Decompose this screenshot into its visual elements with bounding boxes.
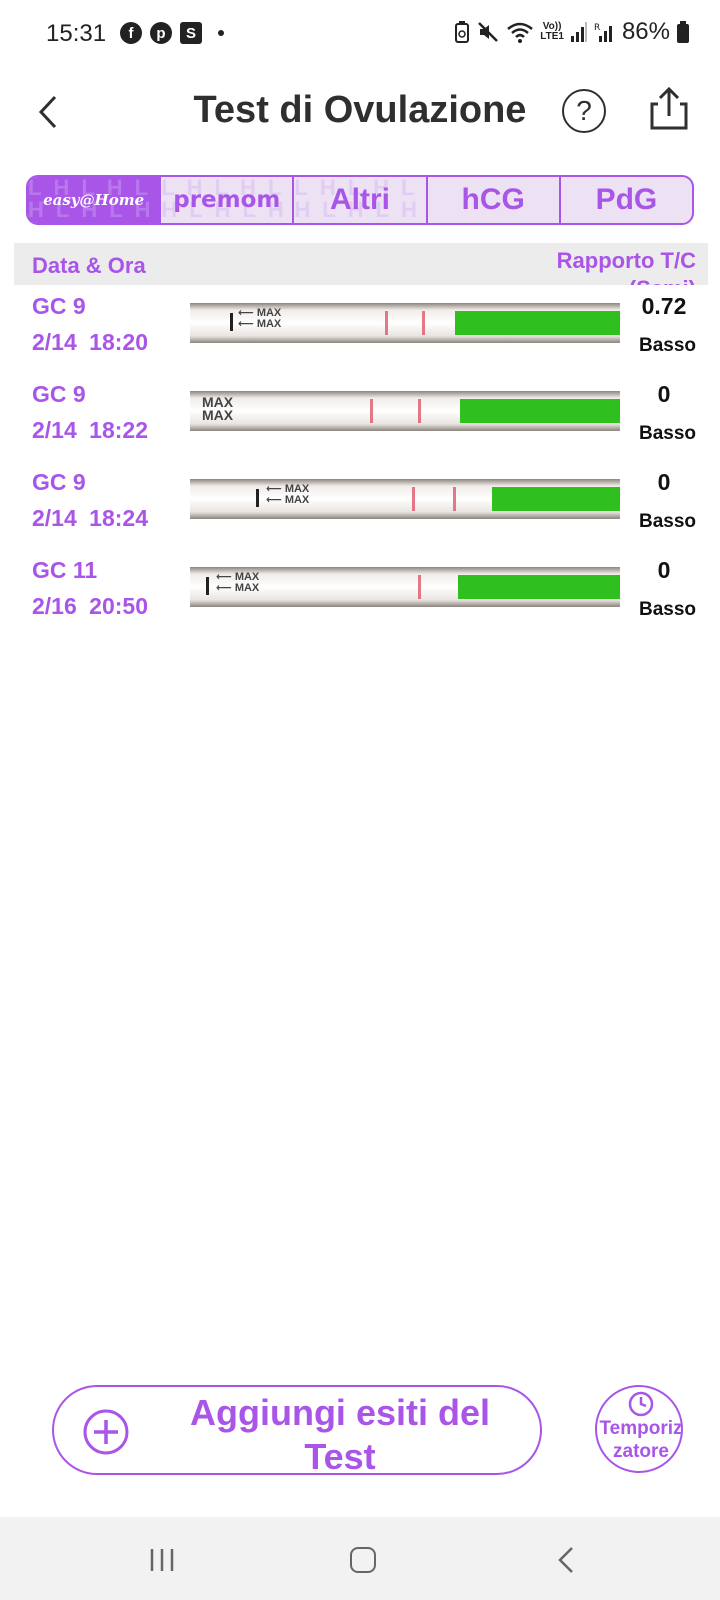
tab-label: premom	[173, 187, 281, 213]
battery-saver-icon	[455, 21, 470, 43]
table-header: Data & Ora Rapporto T/C (Semi)	[14, 243, 708, 285]
tab-label: hCG	[461, 183, 525, 216]
tab-premom[interactable]: LHLHLHHLHLHL premom	[161, 177, 295, 223]
strip-handle	[455, 311, 620, 335]
battery-icon	[677, 21, 689, 43]
column-header-date: Data & Ora	[32, 253, 146, 278]
test-result-row[interactable]: GC 9 2/14 18:20 ⟵ MAX ⟵ MAX 0.72 Basso	[0, 293, 720, 373]
app-header: Test di Ovulazione ?	[0, 72, 720, 152]
question-icon: ?	[576, 95, 592, 126]
strip-marker	[206, 577, 209, 595]
svg-text:R: R	[594, 23, 600, 33]
plus-circle-icon	[83, 1409, 129, 1455]
tab-hcg[interactable]: hCG	[428, 177, 561, 223]
ratio-header-line2: (Semi)	[557, 275, 696, 285]
recent-apps-icon[interactable]	[148, 1547, 176, 1573]
add-test-results-label: Aggiungi esiti del Test	[189, 1392, 490, 1475]
strip-handle	[492, 487, 620, 511]
tc-ratio-value: 0	[657, 469, 671, 495]
add-test-results-button[interactable]: Aggiungi esiti del Test	[52, 1385, 542, 1475]
tab-altri[interactable]: LHLHLHHLHLHL Altri	[294, 177, 428, 223]
test-result-row[interactable]: GC 11 2/16 20:50 ⟵ MAX ⟵ MAX 0 Basso	[0, 557, 720, 637]
test-strip-image: MAX MAX	[190, 391, 620, 431]
back-nav-icon[interactable]	[556, 1545, 576, 1575]
max-text: MAX	[234, 582, 260, 594]
test-line	[453, 487, 456, 511]
cycle-day: GC 9	[32, 469, 86, 495]
strip-marker	[230, 313, 233, 331]
lh-level: Basso	[638, 423, 696, 444]
timer-button[interactable]: Temporizzatore	[595, 1385, 683, 1473]
cycle-day: GC 9	[32, 293, 86, 319]
wifi-icon	[507, 22, 534, 43]
help-button[interactable]: ?	[562, 89, 606, 133]
timer-label: Temporizzatore	[599, 1418, 683, 1462]
status-bar: 15:31 f p S Vo)) LTE1 R 86%	[0, 0, 720, 72]
tab-easy-at-home[interactable]: LHLHLHHLHLHL easy@Home	[28, 177, 162, 223]
test-result-row[interactable]: GC 9 2/14 18:24 ⟵ MAX ⟵ MAX 0 Basso	[0, 469, 720, 549]
share-button[interactable]	[648, 86, 690, 132]
test-datetime: 2/14 18:24	[32, 505, 148, 531]
battery-percent: 86%	[621, 18, 670, 45]
volte-bottom: LTE1	[540, 31, 564, 42]
test-datetime: 2/14 18:22	[32, 417, 148, 443]
notification-icons: f p S	[120, 22, 224, 44]
status-time: 15:31	[46, 20, 107, 47]
control-line	[418, 575, 421, 599]
max-text: MAX	[202, 407, 234, 423]
pinterest-icon: p	[150, 22, 172, 44]
test-line	[422, 311, 425, 335]
share-icon	[650, 86, 688, 130]
test-line	[418, 399, 421, 423]
strip-marker	[256, 489, 259, 507]
tc-ratio-value: 0	[657, 381, 671, 407]
lh-level: Basso	[638, 599, 696, 620]
test-strip-image: ⟵ MAX ⟵ MAX	[190, 479, 620, 519]
test-strip-image: ⟵ MAX ⟵ MAX	[190, 567, 620, 607]
more-notifications-dot	[218, 30, 224, 36]
home-icon[interactable]	[350, 1547, 376, 1573]
tab-label: easy@Home	[43, 191, 145, 209]
s-app-icon: S	[180, 22, 202, 44]
max-text: MAX	[284, 494, 310, 506]
control-line	[412, 487, 415, 511]
lh-level: Basso	[638, 335, 696, 356]
strip-max-label: ⟵ MAX ⟵ MAX	[266, 483, 310, 506]
strip-max-label: MAX MAX	[202, 395, 234, 423]
test-result-row[interactable]: GC 9 2/14 18:22 MAX MAX 0 Basso	[0, 381, 720, 461]
test-strip-image: ⟵ MAX ⟵ MAX	[190, 303, 620, 343]
signal-2-icon: R	[594, 23, 612, 42]
brand-tabs: LHLHLHHLHLHL easy@Home LHLHLHHLHLHL prem…	[26, 175, 694, 225]
max-text: MAX	[256, 318, 282, 330]
volte-indicator: Vo)) LTE1	[540, 22, 564, 42]
column-header-ratio: Rapporto T/C (Semi)	[557, 247, 696, 285]
cycle-day: GC 11	[32, 557, 98, 583]
system-nav-bar	[0, 1517, 720, 1600]
tab-label: Altri	[330, 183, 390, 216]
strip-max-label: ⟵ MAX ⟵ MAX	[238, 307, 282, 330]
page-title: Test di Ovulazione	[193, 89, 527, 131]
tab-label: PdG	[595, 183, 658, 216]
facebook-icon: f	[120, 22, 142, 44]
tc-ratio-value: 0.72	[641, 293, 687, 319]
strip-handle	[460, 399, 620, 423]
control-line	[370, 399, 373, 423]
control-line	[385, 311, 388, 335]
clock-icon	[628, 1391, 654, 1417]
strip-max-label: ⟵ MAX ⟵ MAX	[216, 571, 260, 594]
tc-ratio-value: 0	[657, 557, 671, 583]
ratio-header-line1: Rapporto T/C	[556, 248, 696, 273]
test-datetime: 2/16 20:50	[32, 593, 148, 619]
signal-1-icon	[570, 22, 587, 42]
tab-pdg[interactable]: PdG	[561, 177, 692, 223]
strip-handle	[458, 575, 620, 599]
test-datetime: 2/14 18:20	[32, 329, 148, 355]
lh-level: Basso	[638, 511, 696, 532]
cycle-day: GC 9	[32, 381, 86, 407]
system-icons: Vo)) LTE1 R 86%	[454, 18, 690, 46]
mute-icon	[478, 22, 499, 42]
